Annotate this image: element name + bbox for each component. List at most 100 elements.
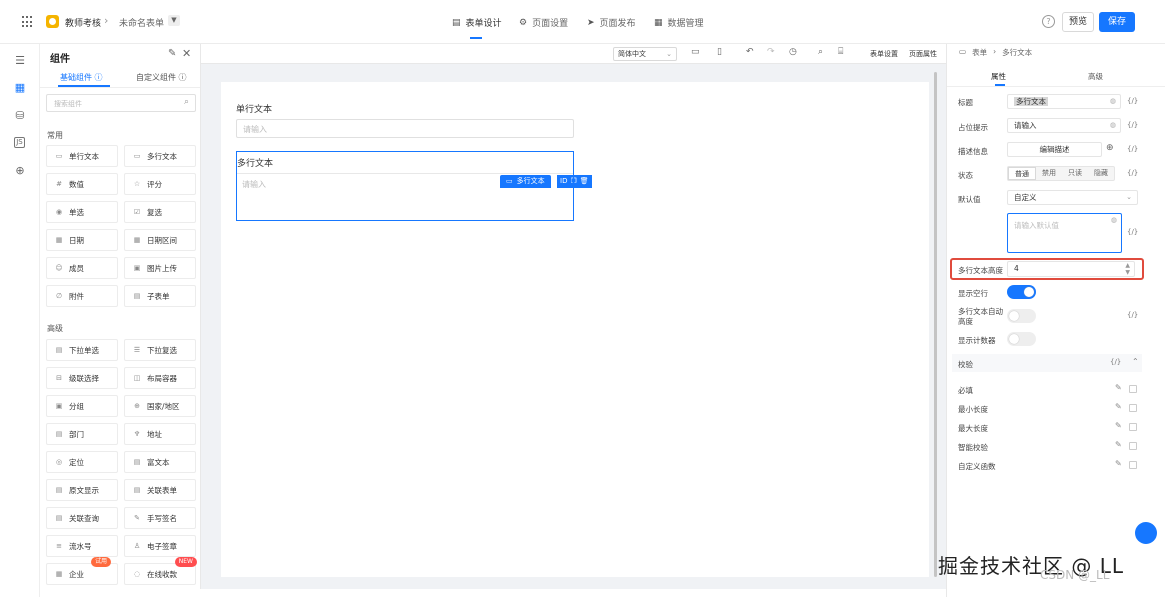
- component-search-input[interactable]: 搜索组件 ⌕: [46, 94, 196, 112]
- form-settings-button[interactable]: 表单设置: [870, 49, 898, 59]
- component-dropdown-multi[interactable]: ☰ 下拉复选: [124, 339, 196, 361]
- component-linked-query[interactable]: ▤ 关联查询: [46, 507, 118, 529]
- auto-height-toggle[interactable]: [1007, 309, 1036, 323]
- code-icon[interactable]: ⌸: [838, 47, 843, 57]
- component-member[interactable]: ☺ 成员: [46, 257, 118, 279]
- multiline-height-input[interactable]: 4 ▲ ▼: [1007, 261, 1135, 277]
- state-option-readonly[interactable]: 只读: [1062, 167, 1088, 180]
- component-country-region[interactable]: ⊕ 国家/地区: [124, 395, 196, 417]
- floating-action-button[interactable]: [1135, 522, 1157, 544]
- pin-icon[interactable]: ✎: [168, 48, 176, 59]
- tab-form-design[interactable]: ▤ 表单设计: [452, 16, 502, 30]
- component-number[interactable]: # 数值: [46, 173, 118, 195]
- breadcrumb-item[interactable]: 表单: [972, 47, 987, 58]
- default-value-textarea[interactable]: 请输入默认值 ◍: [1007, 213, 1122, 253]
- apps-grid-icon[interactable]: [22, 16, 34, 28]
- state-option-disabled[interactable]: 禁用: [1036, 167, 1062, 180]
- preview-button[interactable]: 预览: [1062, 12, 1094, 32]
- tab-page-publish[interactable]: ➤ 页面发布: [587, 16, 636, 30]
- edit-icon[interactable]: ✎: [1115, 421, 1122, 430]
- vertical-scrollbar[interactable]: [934, 72, 937, 577]
- edit-icon[interactable]: ✎: [1115, 459, 1122, 468]
- component-department[interactable]: ▤ 部门: [46, 423, 118, 445]
- edit-icon[interactable]: ✎: [1115, 402, 1122, 411]
- page-properties-button[interactable]: 页面属性: [909, 49, 937, 59]
- component-single-line-text[interactable]: ▭ 单行文本: [46, 145, 118, 167]
- component-date[interactable]: ▦ 日期: [46, 229, 118, 251]
- component-dropdown-single[interactable]: ▤ 下拉单选: [46, 339, 118, 361]
- component-image-upload[interactable]: ▣ 图片上传: [124, 257, 196, 279]
- component-date-range[interactable]: ▦ 日期区间: [124, 229, 196, 251]
- formula-icon[interactable]: {/}: [1127, 311, 1138, 319]
- component-signature[interactable]: ✎ 手写签名: [124, 507, 196, 529]
- component-subform[interactable]: ▤ 子表单: [124, 285, 196, 307]
- globe-icon[interactable]: ⊕: [1106, 143, 1114, 153]
- state-option-normal[interactable]: 普通: [1008, 167, 1036, 180]
- formula-icon[interactable]: {/}: [1127, 97, 1138, 105]
- js-icon[interactable]: JS: [14, 137, 25, 148]
- edit-description-button[interactable]: 编辑描述: [1007, 142, 1102, 157]
- component-multi-line-text[interactable]: ▭ 多行文本: [124, 145, 196, 167]
- tab-properties[interactable]: 属性: [991, 71, 1006, 82]
- search-icon[interactable]: ⌕: [818, 47, 823, 57]
- tab-advanced[interactable]: 高级: [1088, 71, 1103, 82]
- state-option-hidden[interactable]: 隐藏: [1088, 167, 1114, 180]
- database-icon[interactable]: ⛁: [13, 109, 27, 123]
- component-raw-text-display[interactable]: ▤ 原文显示: [46, 479, 118, 501]
- outline-icon[interactable]: ☰: [13, 54, 27, 68]
- component-cascader[interactable]: ⊟ 级联选择: [46, 367, 118, 389]
- custom-function-checkbox[interactable]: [1129, 461, 1137, 469]
- placeholder-input[interactable]: 请输入 ◍: [1007, 118, 1121, 133]
- min-length-checkbox[interactable]: [1129, 404, 1137, 412]
- translate-icon[interactable]: ◍: [1111, 216, 1117, 224]
- component-attachment[interactable]: ∅ 附件: [46, 285, 118, 307]
- max-length-checkbox[interactable]: [1129, 423, 1137, 431]
- stepper-arrows-icon[interactable]: ▲ ▼: [1125, 262, 1130, 276]
- redo-icon[interactable]: ↷: [767, 47, 775, 57]
- app-name[interactable]: 教师考核: [65, 16, 101, 29]
- globe-icon[interactable]: ⊕: [13, 164, 27, 178]
- tab-data-management[interactable]: ▦ 数据管理: [654, 16, 704, 30]
- show-counter-toggle[interactable]: [1007, 332, 1036, 346]
- history-icon[interactable]: ◷: [789, 47, 797, 57]
- chevron-up-icon[interactable]: ⌃: [1132, 357, 1139, 366]
- component-rich-text[interactable]: ▤ 富文本: [124, 451, 196, 473]
- translate-icon[interactable]: ◍: [1110, 95, 1116, 108]
- formula-icon[interactable]: {/}: [1127, 145, 1138, 153]
- language-select[interactable]: 简体中文 ⌄: [613, 47, 677, 61]
- component-layout-container[interactable]: ◫ 布局容器: [124, 367, 196, 389]
- required-checkbox[interactable]: [1129, 385, 1137, 393]
- tab-basic-components[interactable]: 基础组件 ⓘ: [60, 72, 103, 83]
- component-checkbox[interactable]: ☑ 复选: [124, 201, 196, 223]
- help-icon[interactable]: ?: [1042, 15, 1055, 28]
- component-linked-form[interactable]: ▤ 关联表单: [124, 479, 196, 501]
- component-address[interactable]: ♆ 地址: [124, 423, 196, 445]
- components-icon[interactable]: ▦: [13, 81, 27, 95]
- form-dropdown-icon[interactable]: ▼: [168, 15, 180, 26]
- component-e-seal[interactable]: ♙ 电子签章: [124, 535, 196, 557]
- component-online-payment[interactable]: ◌ 在线收款 NEW: [124, 557, 197, 585]
- mobile-view-icon[interactable]: ▯: [717, 47, 722, 57]
- close-icon[interactable]: ✕: [182, 47, 191, 60]
- tab-page-settings[interactable]: ⚙ 页面设置: [519, 16, 568, 30]
- formula-icon[interactable]: {/}: [1127, 228, 1138, 236]
- component-radio[interactable]: ◉ 单选: [46, 201, 118, 223]
- translate-icon[interactable]: ◍: [1110, 119, 1116, 132]
- component-serial-number[interactable]: ≡ 流水号: [46, 535, 118, 557]
- validation-section-header[interactable]: 校验 {/} ⌃: [952, 354, 1142, 372]
- smart-validation-checkbox[interactable]: [1129, 442, 1137, 450]
- undo-icon[interactable]: ↶: [746, 47, 754, 57]
- edit-icon[interactable]: ✎: [1115, 383, 1122, 392]
- edit-icon[interactable]: ✎: [1115, 440, 1122, 449]
- save-button[interactable]: 保存: [1099, 12, 1135, 32]
- component-enterprise[interactable]: ▦ 企业 试用: [46, 557, 118, 585]
- desktop-view-icon[interactable]: ▭: [691, 47, 700, 57]
- tab-custom-components[interactable]: 自定义组件 ⓘ: [136, 72, 187, 83]
- formula-icon[interactable]: {/}: [1127, 121, 1138, 129]
- formula-icon[interactable]: {/}: [1127, 169, 1138, 177]
- selected-multi-line-field[interactable]: 多行文本 请输入: [236, 151, 574, 221]
- form-name[interactable]: 未命名表单: [119, 16, 164, 29]
- delete-icon[interactable]: 🗑: [580, 175, 589, 188]
- component-location[interactable]: ◎ 定位: [46, 451, 118, 473]
- formula-icon[interactable]: {/}: [1110, 358, 1121, 366]
